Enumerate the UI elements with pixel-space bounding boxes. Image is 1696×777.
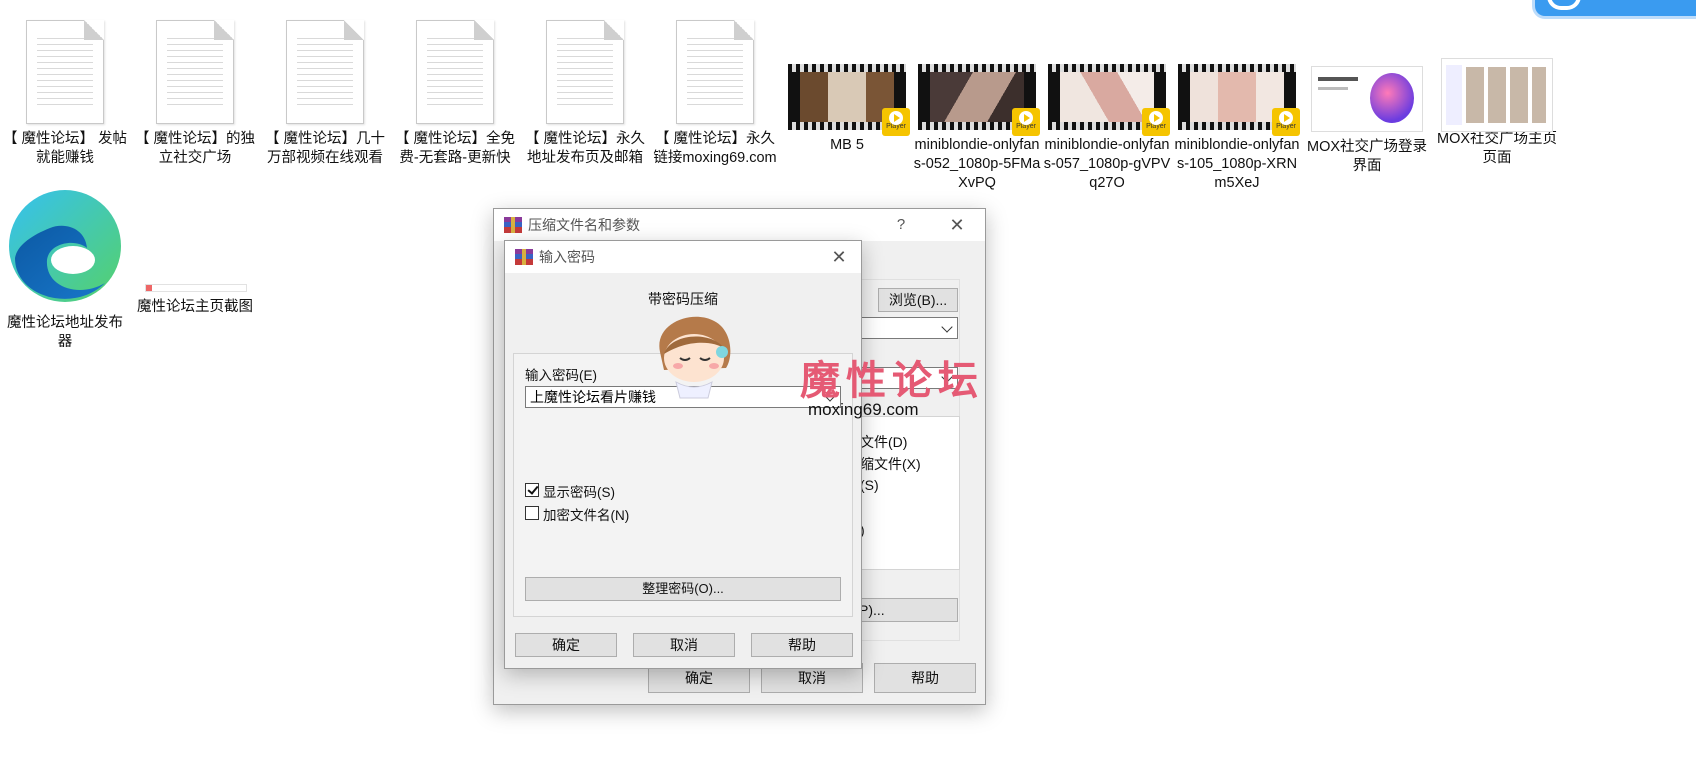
browse-button[interactable]: 浏览(B)...: [878, 288, 958, 312]
encrypt-names-label[interactable]: 加密文件名(N): [543, 504, 629, 524]
document-icon: [26, 20, 104, 124]
icon-label: 【 魔性论坛】全免费-无套路-更新快: [394, 131, 516, 166]
password-value: 上魔性论坛看片赚钱: [530, 389, 656, 405]
password-ok-button[interactable]: 确定: [515, 633, 617, 657]
organize-passwords-button[interactable]: 整理密码(O)...: [525, 577, 841, 601]
icon-label: MOX社交广场主页页面: [1436, 131, 1558, 166]
corner-app-button[interactable]: [1535, 0, 1696, 16]
desktop: 【 魔性论坛】 发帖就能赚钱 【 魔性论坛】的独立社交广场 【 魔性论坛】几十万…: [0, 0, 1696, 777]
icon-label: MB 5: [830, 137, 864, 153]
winrar-icon: [515, 249, 533, 265]
desktop-icon-doc-6[interactable]: 【 魔性论坛】永久链接moxing69.com: [651, 20, 779, 168]
icon-label: 魔性论坛主页截图: [137, 299, 253, 315]
desktop-icon-shot-2[interactable]: MOX社交广场主页页面: [1433, 58, 1561, 168]
video-thumbnail: Player: [918, 64, 1040, 136]
icon-label: 魔性论坛地址发布器: [7, 315, 123, 350]
screenshot-thumbnail: [145, 284, 247, 292]
option-solid-archive[interactable]: (S): [860, 477, 879, 493]
icon-label: MOX社交广场登录界面: [1306, 139, 1428, 174]
show-password-checkbox[interactable]: [525, 483, 539, 497]
player-badge-icon: Player: [1012, 108, 1040, 136]
document-icon: [676, 20, 754, 124]
encrypt-names-checkbox[interactable]: [525, 506, 539, 520]
archive-help-button[interactable]: 帮助: [874, 663, 976, 693]
archive-dialog-titlebar: 压缩文件名和参数 ? ✕: [494, 209, 985, 241]
archive-name-combo[interactable]: [848, 317, 958, 339]
password-field-label: 输入密码(E): [525, 368, 597, 383]
watermark-url: moxing69.com: [808, 400, 919, 419]
desktop-icon-video-2[interactable]: Player miniblondie-onlyfans-052_1080p-5F…: [913, 56, 1041, 193]
desktop-icon-doc-1[interactable]: 【 魔性论坛】 发帖就能赚钱: [1, 20, 129, 168]
password-help-button[interactable]: 帮助: [751, 633, 853, 657]
desktop-icon-video-4[interactable]: Player miniblondie-onlyfans-105_1080p-XR…: [1173, 56, 1301, 193]
icon-label: 【 魔性论坛】永久地址发布页及邮箱: [524, 131, 646, 166]
player-badge-icon: Player: [1142, 108, 1170, 136]
icon-label: 【 魔性论坛】永久链接moxing69.com: [653, 131, 777, 166]
option-delete-files[interactable]: 文件(D): [860, 432, 907, 452]
help-title-button[interactable]: ?: [883, 209, 919, 241]
icon-label: 【 魔性论坛】 发帖就能赚钱: [2, 131, 128, 166]
desktop-icon-doc-4[interactable]: 【 魔性论坛】全免费-无套路-更新快: [391, 20, 519, 168]
desktop-icon-shot-1[interactable]: MOX社交广场登录界面: [1303, 66, 1431, 176]
archive-dialog-title: 压缩文件名和参数: [528, 217, 640, 233]
desktop-icon-edge[interactable]: 魔性论坛地址发布器: [1, 188, 129, 352]
option-sfx-archive[interactable]: 缩文件(X): [860, 454, 921, 474]
document-icon: [156, 20, 234, 124]
video-thumbnail: Player: [788, 64, 910, 136]
edge-browser-icon: [5, 188, 125, 308]
document-icon: [416, 20, 494, 124]
video-thumbnail: Player: [1048, 64, 1170, 136]
icon-label: miniblondie-onlyfans-105_1080p-XRNm5XeJ: [1174, 137, 1300, 191]
chevron-down-icon: [941, 321, 953, 333]
icon-label: 【 魔性论坛】几十万部视频在线观看: [264, 131, 386, 166]
winrar-icon: [504, 217, 522, 233]
icon-label: 【 魔性论坛】的独立社交广场: [134, 131, 256, 166]
app-logo-icon: [1547, 0, 1581, 10]
close-button[interactable]: ✕: [939, 209, 975, 241]
password-heading: 带密码压缩: [648, 291, 718, 307]
password-dialog: 输入密码 ✕ 带密码压缩 输入密码(E) 上魔性论坛看片赚钱 显示密码(S) 加…: [504, 240, 862, 669]
video-thumbnail: Player: [1178, 64, 1300, 136]
mascot-watermark-icon: [659, 316, 731, 399]
player-badge-icon: Player: [882, 108, 910, 136]
desktop-icon-doc-3[interactable]: 【 魔性论坛】几十万部视频在线观看: [261, 20, 389, 168]
document-icon: [286, 20, 364, 124]
icon-label: miniblondie-onlyfans-057_1080p-gVPVq27O: [1043, 137, 1171, 191]
icon-label: miniblondie-onlyfans-052_1080p-5FMaXvPQ: [913, 137, 1041, 191]
watermark-text: 魔性论坛: [800, 358, 984, 404]
document-icon: [546, 20, 624, 124]
set-password-button[interactable]: P)...: [848, 598, 958, 622]
desktop-icon-shot-3[interactable]: 魔性论坛主页截图: [131, 188, 259, 317]
screenshot-thumbnail: [1441, 58, 1553, 132]
password-cancel-button[interactable]: 取消: [633, 633, 735, 657]
player-badge-icon: Player: [1272, 108, 1300, 136]
desktop-icon-doc-2[interactable]: 【 魔性论坛】的独立社交广场: [131, 20, 259, 168]
screenshot-thumbnail: [1311, 66, 1423, 132]
desktop-icon-video-1[interactable]: Player MB 5: [783, 56, 911, 155]
desktop-icon-video-3[interactable]: Player miniblondie-onlyfans-057_1080p-gV…: [1043, 56, 1171, 193]
close-button[interactable]: ✕: [821, 241, 857, 273]
show-password-label[interactable]: 显示密码(S): [543, 481, 615, 501]
password-dialog-title: 输入密码: [539, 249, 595, 265]
desktop-icon-doc-5[interactable]: 【 魔性论坛】永久地址发布页及邮箱: [521, 20, 649, 168]
password-dialog-titlebar: 输入密码 ✕: [505, 241, 861, 273]
